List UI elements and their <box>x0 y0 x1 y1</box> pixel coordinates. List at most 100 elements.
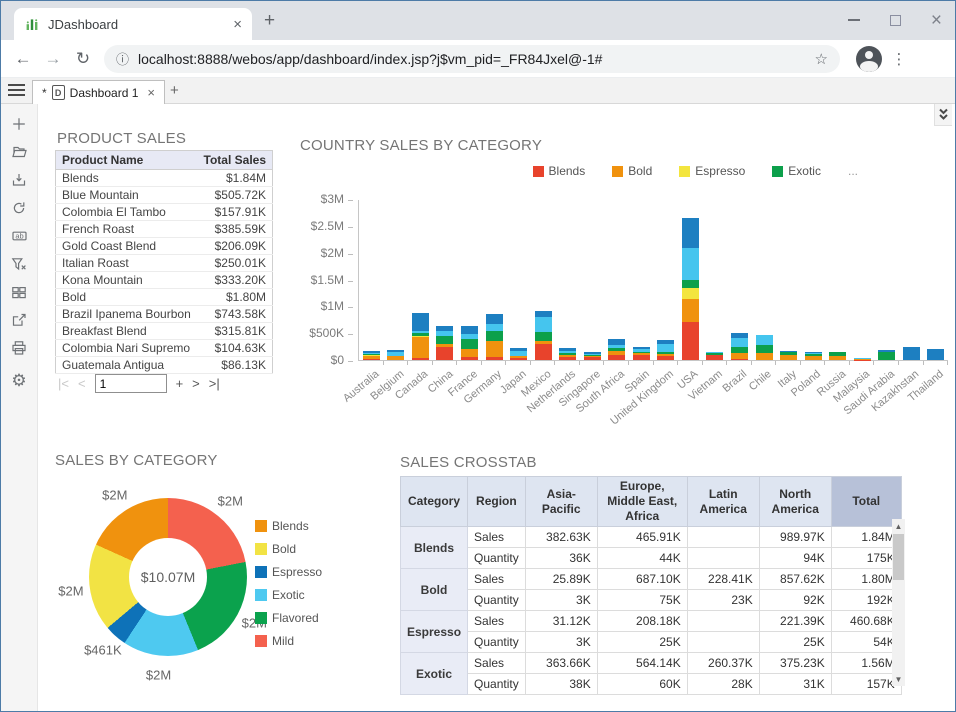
crosstab-row[interactable]: Quantity3K75K23K92K192K <box>401 590 902 611</box>
stacked-bar[interactable] <box>927 349 944 360</box>
first-page-icon[interactable]: |< <box>58 376 69 391</box>
crosstab-row[interactable]: BoldSales25.89K687.10K228.41K857.62K1.80… <box>401 569 902 590</box>
table-row[interactable]: Blends$1.84M <box>56 170 273 187</box>
stacked-bar[interactable] <box>903 347 920 360</box>
legend-item[interactable]: Blends <box>533 164 586 178</box>
stacked-bar[interactable] <box>657 340 674 360</box>
clear-filter-button[interactable] <box>0 250 38 278</box>
collapse-panel-button[interactable] <box>934 104 952 126</box>
dashboard-tab-close-icon[interactable]: × <box>147 85 155 100</box>
legend-item[interactable]: Espresso <box>255 565 322 579</box>
crosstab-row[interactable]: BlendsSales382.63K465.91K989.97K1.84M <box>401 527 902 548</box>
browser-menu-icon[interactable]: ⋮ <box>882 50 916 68</box>
dashboard-tab[interactable]: * D Dashboard 1 × <box>32 80 165 104</box>
settings-button[interactable]: ⚙ <box>0 367 38 395</box>
table-row[interactable]: Blue Mountain$505.72K <box>56 187 273 204</box>
legend-item[interactable]: Bold <box>612 164 652 178</box>
table-row[interactable]: Italian Roast$250.01K <box>56 255 273 272</box>
stacked-bar[interactable] <box>706 352 723 360</box>
url-text[interactable]: localhost:8888/webos/app/dashboard/index… <box>138 51 806 67</box>
legend-item[interactable]: Blends <box>255 519 322 533</box>
stacked-bar[interactable] <box>363 351 380 360</box>
stacked-bar[interactable] <box>461 326 478 360</box>
back-icon[interactable]: ← <box>8 49 38 69</box>
stacked-bar[interactable] <box>780 351 797 360</box>
rename-button[interactable]: ab <box>0 222 38 250</box>
crosstab-column-header[interactable]: Europe, Middle East, Africa <box>597 477 687 527</box>
page-number-input[interactable] <box>95 374 167 393</box>
bookmark-star-icon[interactable]: ☆ <box>815 50 828 68</box>
crosstab-column-header[interactable]: Category <box>401 477 468 527</box>
site-info-icon[interactable]: ⓘ <box>116 49 129 68</box>
legend-item[interactable]: ... <box>848 164 858 178</box>
stacked-bar[interactable] <box>805 352 822 360</box>
stacked-bar[interactable] <box>682 218 699 360</box>
crosstab-row[interactable]: Quantity38K60K28K31K157K <box>401 674 902 695</box>
window-close-icon[interactable]: × <box>931 11 942 30</box>
stacked-bar[interactable] <box>584 352 601 360</box>
table-row[interactable]: Brazil Ipanema Bourbon$743.58K <box>56 306 273 323</box>
table-row[interactable]: Guatemala Antigua$86.13K <box>56 357 273 374</box>
stacked-bar[interactable] <box>535 311 552 360</box>
stacked-bar[interactable] <box>829 352 846 360</box>
legend-item[interactable]: Bold <box>255 542 322 556</box>
stacked-bar[interactable] <box>756 335 773 360</box>
stacked-bar[interactable] <box>510 348 527 360</box>
crosstab-column-header[interactable]: Latin America <box>687 477 759 527</box>
stacked-bar[interactable] <box>412 313 429 360</box>
stacked-bar[interactable] <box>486 314 503 360</box>
save-button[interactable] <box>0 166 38 194</box>
table-row[interactable]: Colombia Nari Supremo$104.63K <box>56 340 273 357</box>
layout-button[interactable] <box>0 278 38 306</box>
export-button[interactable] <box>0 306 38 334</box>
scroll-down-icon[interactable]: ▼ <box>892 672 905 686</box>
table-row[interactable]: Bold$1.80M <box>56 289 273 306</box>
forward-icon[interactable]: → <box>38 49 68 69</box>
legend-item[interactable]: Exotic <box>255 588 322 602</box>
add-page-icon[interactable]: + <box>176 376 184 391</box>
table-row[interactable]: French Roast$385.59K <box>56 221 273 238</box>
crosstab-row[interactable]: Quantity36K44K94K175K <box>401 548 902 569</box>
table-row[interactable]: Kona Mountain$333.20K <box>56 272 273 289</box>
legend-item[interactable]: Espresso <box>679 164 745 178</box>
address-bar[interactable]: ⓘ localhost:8888/webos/app/dashboard/ind… <box>104 45 840 73</box>
table-row[interactable]: Gold Coast Blend$206.09K <box>56 238 273 255</box>
stacked-bar[interactable] <box>387 350 404 360</box>
browser-new-tab-button[interactable]: + <box>264 10 275 32</box>
crosstab-column-header[interactable]: North America <box>759 477 831 527</box>
scroll-up-icon[interactable]: ▲ <box>892 519 905 533</box>
product-name-header[interactable]: Product Name <box>56 151 198 170</box>
stacked-bar[interactable] <box>608 339 625 360</box>
crosstab-column-header[interactable]: Asia-Pacific <box>525 477 597 527</box>
legend-item[interactable]: Exotic <box>772 164 821 178</box>
stacked-bar[interactable] <box>559 348 576 360</box>
stacked-bar[interactable] <box>878 350 895 360</box>
refresh-button[interactable] <box>0 194 38 222</box>
next-page-icon[interactable]: > <box>192 376 200 391</box>
new-item-button[interactable] <box>0 110 38 138</box>
prev-page-icon[interactable]: < <box>78 376 86 391</box>
stacked-bar[interactable] <box>436 326 453 360</box>
profile-avatar[interactable] <box>856 46 882 72</box>
new-dashboard-tab-button[interactable]: + <box>170 82 179 99</box>
legend-item[interactable]: Mild <box>255 634 322 648</box>
browser-tab-close-icon[interactable]: × <box>233 17 242 32</box>
scrollbar-thumb[interactable] <box>893 534 904 580</box>
table-row[interactable]: Breakfast Blend$315.81K <box>56 323 273 340</box>
reload-icon[interactable]: ↻ <box>68 49 98 69</box>
crosstab-column-header[interactable]: Region <box>468 477 526 527</box>
browser-tab[interactable]: JDashboard × <box>14 8 252 40</box>
minimize-icon[interactable] <box>848 19 860 21</box>
total-sales-header[interactable]: Total Sales <box>197 151 272 170</box>
stacked-bar[interactable] <box>731 333 748 360</box>
print-button[interactable] <box>0 334 38 362</box>
crosstab-row[interactable]: EspressoSales31.12K208.18K221.39K460.68K <box>401 611 902 632</box>
stacked-bar[interactable] <box>633 347 650 360</box>
crosstab-row[interactable]: ExoticSales363.66K564.14K260.37K375.23K1… <box>401 653 902 674</box>
crosstab-row[interactable]: Quantity3K25K25K54K <box>401 632 902 653</box>
legend-item[interactable]: Flavored <box>255 611 322 625</box>
last-page-icon[interactable]: >| <box>209 376 220 391</box>
app-menu-icon[interactable] <box>8 84 25 99</box>
table-row[interactable]: Colombia El Tambo$157.91K <box>56 204 273 221</box>
maximize-icon[interactable] <box>890 15 901 26</box>
